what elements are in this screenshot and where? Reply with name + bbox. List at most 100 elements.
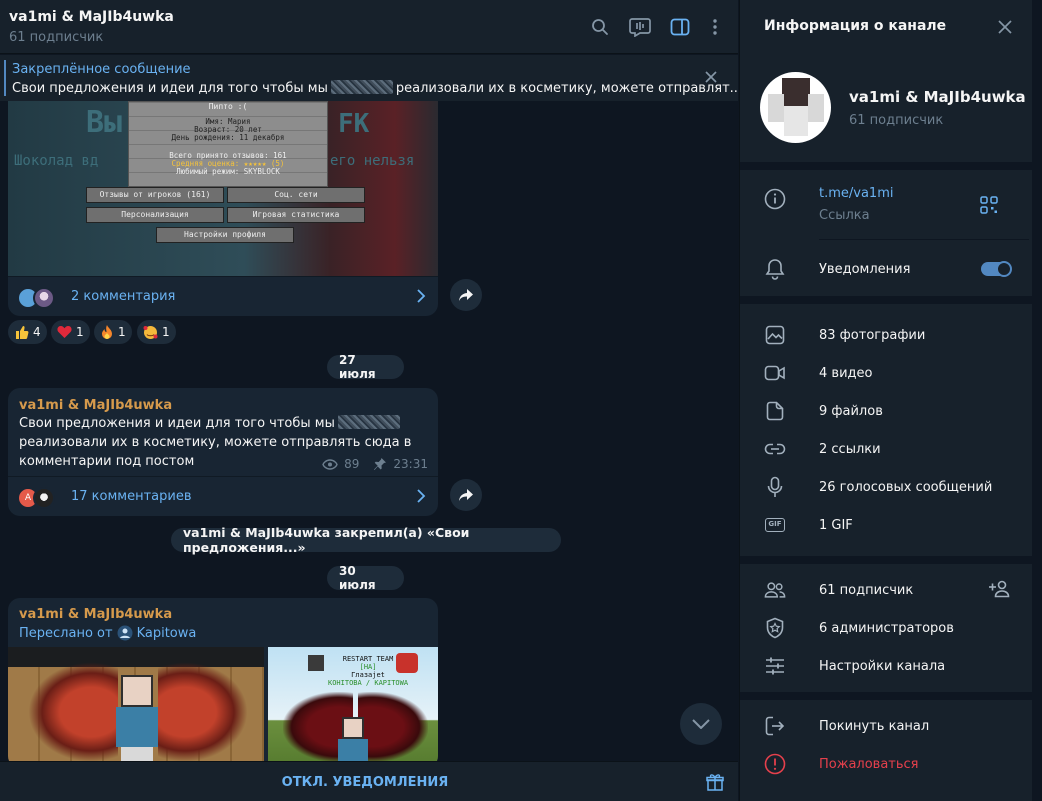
screenshot-heading-left: Вы <box>86 105 123 140</box>
message-meta: 89 23:31 <box>322 457 428 471</box>
media-files[interactable]: 9 файлов <box>819 404 883 419</box>
share-icon <box>459 489 473 501</box>
share-button[interactable] <box>450 279 482 311</box>
forwarded-from[interactable]: Переслано от Kapitowa <box>19 625 196 641</box>
wing-right <box>158 662 248 762</box>
notifications-label: Уведомления <box>819 262 911 277</box>
mute-notifications-button[interactable]: ОТКЛ. УВЕДОМЛЕНИЯ <box>0 775 730 790</box>
channel-link-label: Ссылка <box>819 208 870 223</box>
message-author[interactable]: va1mi & MaJIb4uwka <box>19 398 172 413</box>
info-actions-section: Покинуть канал Пожаловаться <box>740 700 1032 801</box>
media-photos[interactable]: 83 фотографии <box>819 328 925 343</box>
share-button[interactable] <box>450 479 482 511</box>
pinned-label: Закреплённое сообщение <box>12 62 191 77</box>
info-icon <box>764 188 786 210</box>
forward-source-name: Kapitowa <box>136 625 197 641</box>
date-separator: 30 июля <box>327 564 404 592</box>
message-bubble-text[interactable]: va1mi & MaJIb4uwka Свои предложения и ид… <box>8 388 438 516</box>
gift-icon[interactable] <box>706 773 724 791</box>
heart-icon <box>57 326 72 338</box>
avatar-arm-left <box>768 94 784 122</box>
media-videos[interactable]: 4 видео <box>819 366 872 381</box>
reaction-heart[interactable]: 1 <box>51 320 90 344</box>
avatar-body <box>784 106 808 136</box>
reaction-smiling-hearts[interactable]: 1 <box>137 320 176 344</box>
chat-subtitle: 61 подписчик <box>9 30 104 45</box>
reaction-count: 1 <box>162 325 170 339</box>
members-count[interactable]: 61 подписчик <box>819 583 913 598</box>
profile-stone-panel: Пипто :( Имя: Мария Возраст: 20 лет День… <box>128 101 328 187</box>
character-body <box>116 707 158 747</box>
eye-icon <box>322 458 338 470</box>
minecraft-screenshot[interactable]: Вы FK Шоколад вд его нельзя Пипто :( Имя… <box>8 101 438 276</box>
date-separator: 27 июля <box>327 353 404 381</box>
media-links[interactable]: 2 ссылки <box>819 442 881 457</box>
media-voice[interactable]: 26 голосовых сообщений <box>819 480 992 495</box>
leave-icon <box>764 715 786 737</box>
avatar-arm-right <box>808 94 824 122</box>
more-menu-icon[interactable] <box>702 14 728 40</box>
service-message[interactable]: va1mi & MaJIb4uwka закрепил(а) «Свои пре… <box>171 525 561 555</box>
reaction-thumbs-up[interactable]: 4 <box>8 320 47 344</box>
info-panel-title: Информация о канале <box>764 18 947 34</box>
spoiler-blur[interactable] <box>337 415 400 429</box>
media-gifs[interactable]: 1 GIF <box>819 518 853 533</box>
message-bubble-forwarded[interactable]: va1mi & MaJIb4uwka Переслано от Kapitowa… <box>8 598 438 768</box>
profile-info: Имя: Мария Возраст: 20 лет День рождения… <box>129 118 327 142</box>
add-member-icon[interactable] <box>988 580 1012 598</box>
reaction-count: 4 <box>33 325 41 339</box>
channel-avatar[interactable] <box>760 72 831 143</box>
player-head-sprite <box>308 655 324 671</box>
chat-title[interactable]: va1mi & MaJIb4uwka <box>9 9 174 25</box>
report-button[interactable]: Пожаловаться <box>819 757 919 772</box>
leave-channel-button[interactable]: Покинуть канал <box>819 719 929 734</box>
divider <box>819 239 1029 240</box>
pinned-text-before: Свои предложения и идеи для того чтобы м… <box>12 81 328 96</box>
bottom-bar: ОТКЛ. УВЕДОМЛЕНИЯ <box>0 761 738 801</box>
notifications-toggle[interactable] <box>981 261 1012 277</box>
scroll-down-button[interactable] <box>680 703 722 745</box>
channel-link[interactable]: t.me/va1mi <box>819 186 893 201</box>
bell-icon <box>764 258 786 280</box>
media-photo-1[interactable] <box>8 647 264 768</box>
wing-left <box>28 662 118 762</box>
chat-header[interactable]: va1mi & MaJIb4uwka 61 подписчик <box>0 0 738 54</box>
reaction-fire[interactable]: 1 <box>94 320 132 344</box>
search-icon[interactable] <box>587 14 613 40</box>
members-icon <box>764 579 786 601</box>
message-bubble-image[interactable]: Вы FK Шоколад вд его нельзя Пипто :( Имя… <box>8 101 438 316</box>
message-author[interactable]: va1mi & MaJIb4uwka <box>19 607 172 622</box>
comments-link[interactable]: A 17 комментариев <box>8 476 438 516</box>
gif-icon: GIF <box>764 514 786 536</box>
screenshot-heading-right: FK <box>338 109 370 139</box>
admins-count[interactable]: 6 администраторов <box>819 621 954 636</box>
nameplate-line: [HA] <box>359 663 377 671</box>
sidebar-toggle-icon[interactable] <box>667 14 693 40</box>
thumbs-up-icon <box>16 325 29 339</box>
mc-button-personalization: Персонализация <box>86 207 224 223</box>
link-icon <box>764 438 786 460</box>
comments-link[interactable]: 2 комментария <box>8 276 438 316</box>
info-header-section: Информация о канале va1mi & MaJIb4uwka 6… <box>740 0 1032 162</box>
forward-source-avatar-icon <box>117 625 133 641</box>
qr-code-icon[interactable] <box>980 196 998 214</box>
info-scrollbar[interactable] <box>1032 0 1042 801</box>
file-icon <box>764 400 786 422</box>
reaction-count: 1 <box>118 325 126 339</box>
chevron-down-icon <box>692 719 710 729</box>
message-time: 23:31 <box>393 457 428 471</box>
media-photo-2[interactable]: RESTART TEAM [HA] Глазаjet KOHITOBA / KA… <box>268 647 438 768</box>
screenshot-line2-left: Шоколад вд <box>14 153 99 169</box>
mc-button-social: Соц. сети <box>227 187 365 203</box>
pin-icon <box>374 458 387 470</box>
info-media-section: 83 фотографии 4 видео 9 файлов 2 ссылки … <box>740 304 1032 556</box>
close-icon[interactable] <box>998 20 1012 34</box>
pinned-text-after: реализовали их в косметику, можете отпра… <box>395 81 738 96</box>
chevron-right-icon <box>416 489 426 503</box>
close-pinned-icon[interactable] <box>704 70 718 84</box>
channel-settings[interactable]: Настройки канала <box>819 659 945 674</box>
live-stream-icon[interactable] <box>627 14 653 40</box>
smiling-hearts-icon <box>143 325 158 339</box>
photo-icon <box>764 324 786 346</box>
pinned-message-bar[interactable]: Закреплённое сообщение Свои предложения … <box>0 55 738 101</box>
